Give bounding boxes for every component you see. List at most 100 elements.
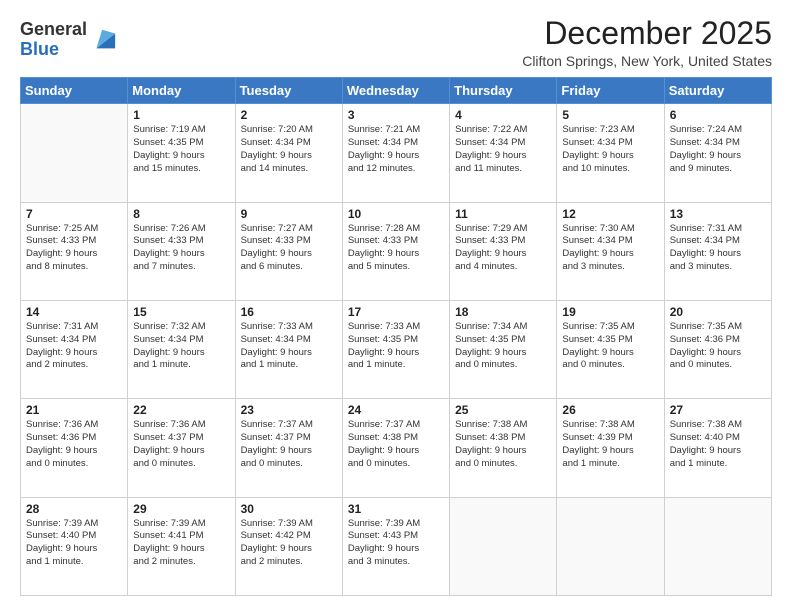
cell-content: Sunrise: 7:33 AMSunset: 4:34 PMDaylight:… (241, 321, 337, 372)
calendar-cell: 1Sunrise: 7:19 AMSunset: 4:35 PMDaylight… (128, 104, 235, 202)
day-number: 20 (670, 305, 766, 319)
col-header-thursday: Thursday (450, 78, 557, 104)
cell-content: Sunrise: 7:27 AMSunset: 4:33 PMDaylight:… (241, 223, 337, 274)
calendar-cell: 22 Sunrise: 7:36 AMSunset: 4:37 PMDayligh… (128, 399, 235, 497)
day-number: 8 (133, 207, 229, 221)
day-number: 17 (348, 305, 444, 319)
cell-content: Sunrise: 7:20 AMSunset: 4:34 PMDaylight:… (241, 124, 337, 175)
cell-content: Sunrise: 7:32 AMSunset: 4:34 PMDaylight:… (133, 321, 229, 372)
col-header-friday: Friday (557, 78, 664, 104)
header: General Blue December 2025 Clifton Sprin… (20, 16, 772, 69)
calendar-cell: 17 Sunrise: 7:33 AMSunset: 4:35 PMDayligh… (342, 300, 449, 398)
calendar-cell: 14 Sunrise: 7:31 AMSunset: 4:34 PMDayligh… (21, 300, 128, 398)
cell-content: Sunrise: 7:19 AMSunset: 4:35 PMDaylight:… (133, 124, 229, 175)
logo-icon (89, 26, 117, 54)
calendar-cell: 10 Sunrise: 7:28 AMSunset: 4:33 PMDayligh… (342, 202, 449, 300)
logo-general: General (20, 19, 87, 39)
calendar-week-row: 28 Sunrise: 7:39 AMSunset: 4:40 PMDayligh… (21, 497, 772, 595)
day-number: 18 (455, 305, 551, 319)
calendar-cell: 19 Sunrise: 7:35 AMSunset: 4:35 PMDayligh… (557, 300, 664, 398)
title-block: December 2025 Clifton Springs, New York,… (522, 16, 772, 69)
cell-content: Sunrise: 7:38 AMSunset: 4:38 PMDaylight:… (455, 419, 551, 470)
day-number: 24 (348, 403, 444, 417)
cell-content: Sunrise: 7:28 AMSunset: 4:33 PMDaylight:… (348, 223, 444, 274)
calendar-cell: 11 Sunrise: 7:29 AMSunset: 4:33 PMDayligh… (450, 202, 557, 300)
calendar-cell: 9 Sunrise: 7:27 AMSunset: 4:33 PMDaylight… (235, 202, 342, 300)
cell-content: Sunrise: 7:38 AMSunset: 4:39 PMDaylight:… (562, 419, 658, 470)
calendar-week-row: 7 Sunrise: 7:25 AMSunset: 4:33 PMDaylight… (21, 202, 772, 300)
calendar-cell: 6Sunrise: 7:24 AMSunset: 4:34 PMDaylight… (664, 104, 771, 202)
calendar-cell: 30 Sunrise: 7:39 AMSunset: 4:42 PMDayligh… (235, 497, 342, 595)
location: Clifton Springs, New York, United States (522, 53, 772, 69)
calendar-cell: 2 Sunrise: 7:20 AMSunset: 4:34 PMDaylight… (235, 104, 342, 202)
calendar-cell: 8 Sunrise: 7:26 AMSunset: 4:33 PMDaylight… (128, 202, 235, 300)
day-number: 4 (455, 108, 551, 122)
day-number: 16 (241, 305, 337, 319)
col-header-sunday: Sunday (21, 78, 128, 104)
day-number: 7 (26, 207, 122, 221)
day-number: 11 (455, 207, 551, 221)
calendar-cell: 28 Sunrise: 7:39 AMSunset: 4:40 PMDayligh… (21, 497, 128, 595)
calendar-cell: 26 Sunrise: 7:38 AMSunset: 4:39 PMDayligh… (557, 399, 664, 497)
calendar-cell (664, 497, 771, 595)
calendar-cell: 7 Sunrise: 7:25 AMSunset: 4:33 PMDaylight… (21, 202, 128, 300)
calendar-cell: 21Sunrise: 7:36 AMSunset: 4:36 PMDayligh… (21, 399, 128, 497)
day-number: 22 (133, 403, 229, 417)
day-number: 10 (348, 207, 444, 221)
day-number: 5 (562, 108, 658, 122)
cell-content: Sunrise: 7:25 AMSunset: 4:33 PMDaylight:… (26, 223, 122, 274)
calendar-week-row: 14 Sunrise: 7:31 AMSunset: 4:34 PMDayligh… (21, 300, 772, 398)
day-number: 13 (670, 207, 766, 221)
calendar-cell: 31 Sunrise: 7:39 AMSunset: 4:43 PMDayligh… (342, 497, 449, 595)
cell-content: Sunrise: 7:23 AMSunset: 4:34 PMDaylight:… (562, 124, 658, 175)
calendar-cell: 25 Sunrise: 7:38 AMSunset: 4:38 PMDayligh… (450, 399, 557, 497)
day-number: 3 (348, 108, 444, 122)
calendar-cell: 20Sunrise: 7:35 AMSunset: 4:36 PMDayligh… (664, 300, 771, 398)
cell-content: Sunrise: 7:26 AMSunset: 4:33 PMDaylight:… (133, 223, 229, 274)
day-number: 23 (241, 403, 337, 417)
calendar-cell (557, 497, 664, 595)
calendar-cell: 13 Sunrise: 7:31 AMSunset: 4:34 PMDayligh… (664, 202, 771, 300)
calendar-cell: 29Sunrise: 7:39 AMSunset: 4:41 PMDayligh… (128, 497, 235, 595)
calendar-cell (450, 497, 557, 595)
calendar-cell: 27Sunrise: 7:38 AMSunset: 4:40 PMDayligh… (664, 399, 771, 497)
day-number: 9 (241, 207, 337, 221)
col-header-monday: Monday (128, 78, 235, 104)
cell-content: Sunrise: 7:36 AMSunset: 4:36 PMDaylight:… (26, 419, 122, 470)
col-header-wednesday: Wednesday (342, 78, 449, 104)
cell-content: Sunrise: 7:33 AMSunset: 4:35 PMDaylight:… (348, 321, 444, 372)
cell-content: Sunrise: 7:35 AMSunset: 4:35 PMDaylight:… (562, 321, 658, 372)
day-number: 30 (241, 502, 337, 516)
logo: General Blue (20, 20, 117, 60)
calendar-week-row: 1Sunrise: 7:19 AMSunset: 4:35 PMDaylight… (21, 104, 772, 202)
logo-text: General Blue (20, 20, 87, 60)
day-number: 25 (455, 403, 551, 417)
calendar-page: General Blue December 2025 Clifton Sprin… (0, 0, 792, 612)
calendar-week-row: 21Sunrise: 7:36 AMSunset: 4:36 PMDayligh… (21, 399, 772, 497)
cell-content: Sunrise: 7:29 AMSunset: 4:33 PMDaylight:… (455, 223, 551, 274)
day-number: 19 (562, 305, 658, 319)
calendar-cell: 4Sunrise: 7:22 AMSunset: 4:34 PMDaylight… (450, 104, 557, 202)
cell-content: Sunrise: 7:38 AMSunset: 4:40 PMDaylight:… (670, 419, 766, 470)
day-number: 2 (241, 108, 337, 122)
calendar-cell: 18Sunrise: 7:34 AMSunset: 4:35 PMDayligh… (450, 300, 557, 398)
day-number: 15 (133, 305, 229, 319)
cell-content: Sunrise: 7:30 AMSunset: 4:34 PMDaylight:… (562, 223, 658, 274)
cell-content: Sunrise: 7:31 AMSunset: 4:34 PMDaylight:… (670, 223, 766, 274)
day-number: 28 (26, 502, 122, 516)
day-number: 31 (348, 502, 444, 516)
cell-content: Sunrise: 7:39 AMSunset: 4:41 PMDaylight:… (133, 518, 229, 569)
cell-content: Sunrise: 7:39 AMSunset: 4:40 PMDaylight:… (26, 518, 122, 569)
cell-content: Sunrise: 7:36 AMSunset: 4:37 PMDaylight:… (133, 419, 229, 470)
calendar-cell: 23Sunrise: 7:37 AMSunset: 4:37 PMDayligh… (235, 399, 342, 497)
month-title: December 2025 (522, 16, 772, 51)
col-header-tuesday: Tuesday (235, 78, 342, 104)
day-number: 14 (26, 305, 122, 319)
day-number: 26 (562, 403, 658, 417)
cell-content: Sunrise: 7:37 AMSunset: 4:38 PMDaylight:… (348, 419, 444, 470)
cell-content: Sunrise: 7:31 AMSunset: 4:34 PMDaylight:… (26, 321, 122, 372)
calendar-cell: 15 Sunrise: 7:32 AMSunset: 4:34 PMDayligh… (128, 300, 235, 398)
cell-content: Sunrise: 7:24 AMSunset: 4:34 PMDaylight:… (670, 124, 766, 175)
cell-content: Sunrise: 7:39 AMSunset: 4:43 PMDaylight:… (348, 518, 444, 569)
cell-content: Sunrise: 7:39 AMSunset: 4:42 PMDaylight:… (241, 518, 337, 569)
